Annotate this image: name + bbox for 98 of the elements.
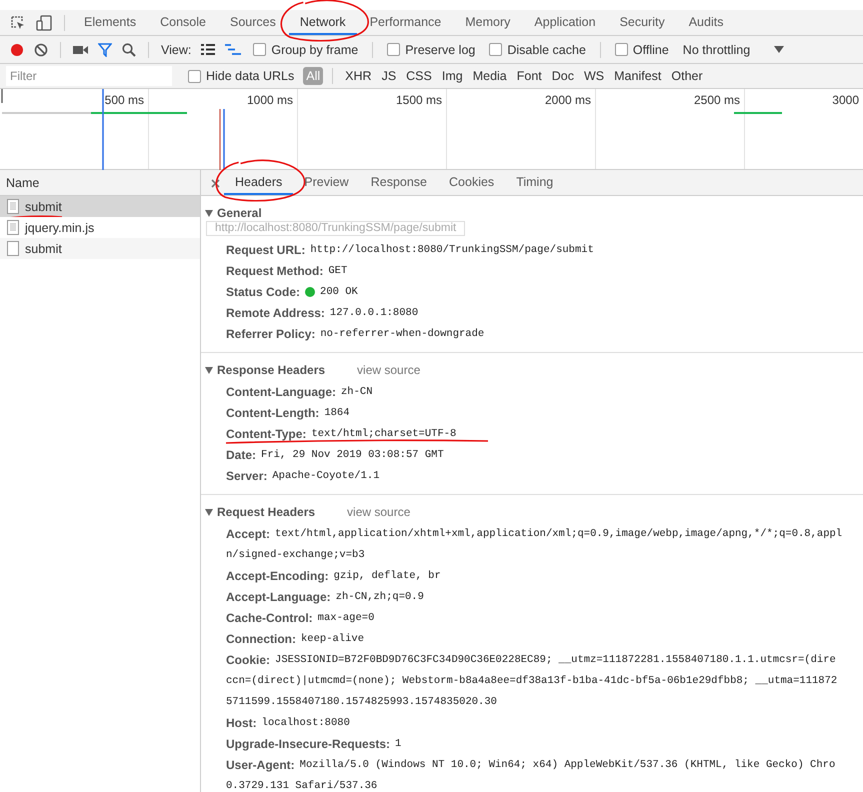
- time-tick: 3000: [832, 93, 859, 107]
- header-name: Accept-Language:: [226, 590, 331, 604]
- header-name: Accept-Encoding:: [226, 568, 329, 582]
- request-name: submit: [25, 242, 62, 256]
- type-filter[interactable]: Other: [668, 67, 706, 85]
- caret-icon: [774, 46, 784, 53]
- header-name: Connection:: [226, 632, 296, 646]
- view-source-link[interactable]: view source: [347, 505, 410, 519]
- hide-data-urls-checkbox[interactable]: Hide data URLs: [182, 69, 300, 83]
- filter-field[interactable]: Filter: [6, 66, 172, 86]
- url-tooltip: http://localhost:8080/TrunkingSSM/page/submit: [206, 221, 466, 236]
- type-filter[interactable]: Doc: [548, 67, 577, 85]
- request-name: submit: [25, 200, 62, 214]
- section-title: General: [217, 206, 262, 220]
- header-name: Request URL:: [226, 242, 306, 256]
- document-icon: [7, 241, 19, 256]
- panel-tab[interactable]: Audits: [678, 10, 734, 35]
- type-filter[interactable]: Manifest: [611, 67, 664, 85]
- type-filter[interactable]: JS: [378, 67, 400, 85]
- expanded-triangle-icon[interactable]: [205, 508, 213, 516]
- request-name: jquery.min.js: [25, 220, 94, 234]
- toolbar-checkbox[interactable]: Preserve log: [381, 42, 482, 56]
- header-name: Date:: [226, 448, 256, 462]
- document-icon: [7, 220, 19, 235]
- expanded-triangle-icon[interactable]: [205, 366, 213, 374]
- header-value: Apache-Coyote/1.1: [272, 470, 380, 482]
- header-value: zh-CN,zh;q=0.9: [336, 590, 424, 602]
- header-value: GET: [328, 264, 348, 276]
- header-name: Cookie:: [226, 652, 270, 666]
- view-source-link[interactable]: view source: [357, 363, 420, 377]
- header-name: Request Method:: [226, 264, 324, 278]
- panel-tab[interactable]: Sources: [218, 10, 287, 35]
- request-row[interactable]: submit: [0, 238, 200, 259]
- header-value: 1864: [324, 406, 350, 418]
- header-name: Host:: [226, 716, 257, 730]
- time-tick: 1000 ms: [246, 93, 293, 107]
- panel-tab[interactable]: Application: [523, 10, 607, 35]
- time-tick: 2000 ms: [544, 93, 591, 107]
- header-name: Remote Address:: [226, 306, 325, 320]
- toolbar-checkbox[interactable]: Group by frame: [247, 42, 364, 56]
- header-value: JSESSIONID=B72F0BD9D76C3FC34D90C36E0228EC89; __utmz=111872281.1558407180.1.1.utmcsr=(dire: [275, 654, 836, 666]
- header-value-continuation: ccn=(direct)|utmcmd=(none); Webstorm-b8a4a8ee=df38a13f-b1ba-41dc-bf5a-06b1e29dfbb8; __utma=111872: [226, 674, 838, 686]
- time-tick: 1500 ms: [396, 93, 442, 107]
- request-row[interactable]: submit: [0, 196, 200, 217]
- header-value: 1: [395, 738, 402, 750]
- time-tick: 2500 ms: [694, 93, 740, 107]
- header-value: zh-CN: [341, 386, 373, 398]
- panel-tab[interactable]: Console: [149, 10, 217, 35]
- header-value: localhost:8080: [262, 716, 350, 728]
- header-value: Mozilla/5.0 (Windows NT 10.0; Win64; x64) AppleWebKit/537.36 (KHTML, like Gecko) Chro: [300, 758, 836, 770]
- header-name: Content-Length:: [226, 406, 320, 420]
- header-value: max-age=0: [318, 612, 374, 624]
- panel-tab[interactable]: Performance: [358, 10, 452, 35]
- header-value: text/html,application/xhtml+xml,application/xml;q=0.9,image/webp,image/apng,*/*;q=0.8,appl: [275, 528, 842, 540]
- toolbar-checkbox[interactable]: Offline: [608, 42, 675, 56]
- header-value: keep-alive: [301, 632, 364, 644]
- header-name: Server:: [226, 468, 268, 482]
- panel-tab[interactable]: Elements: [73, 10, 148, 35]
- panel-tab[interactable]: Memory: [454, 10, 522, 35]
- header-name: Upgrade-Insecure-Requests:: [226, 736, 390, 750]
- header-name: Content-Language:: [226, 384, 336, 398]
- section-title: Request Headers: [217, 505, 316, 519]
- header-value-continuation: 0.3729.131 Safari/537.36: [226, 780, 378, 792]
- view-label: View:: [160, 42, 192, 56]
- header-name: User-Agent:: [226, 758, 295, 772]
- section-title: Response Headers: [217, 363, 326, 377]
- header-value: gzip, deflate, br: [334, 570, 441, 582]
- type-filter[interactable]: WS: [581, 67, 608, 85]
- detail-tab[interactable]: Cookies: [438, 170, 506, 195]
- header-name: Content-Type:: [226, 426, 306, 440]
- header-value-continuation: 5711599.1558407180.1574825993.1574835020.30: [226, 696, 497, 708]
- header-name: Status Code:: [226, 284, 300, 298]
- header-value-continuation: n/signed-exchange;v=b3: [226, 548, 365, 560]
- expanded-triangle-icon[interactable]: [205, 210, 213, 216]
- header-name: Referrer Policy:: [226, 326, 316, 340]
- header-value: 200 OK: [320, 286, 358, 298]
- type-filter[interactable]: Img: [438, 67, 466, 85]
- header-value: http://localhost:8080/TrunkingSSM/page/submit: [310, 244, 594, 256]
- detail-tab[interactable]: Preview: [293, 170, 360, 195]
- type-filter[interactable]: Media: [470, 67, 510, 85]
- header-value: 127.0.0.1:8080: [330, 306, 418, 318]
- panel-tab[interactable]: Security: [608, 10, 676, 35]
- header-value: no-referrer-when-downgrade: [320, 328, 484, 340]
- type-filter[interactable]: XHR: [342, 67, 375, 85]
- detail-tab[interactable]: Timing: [505, 170, 564, 195]
- name-column-header: Name: [0, 170, 200, 196]
- header-name: Accept:: [226, 526, 270, 540]
- detail-tab[interactable]: Response: [360, 170, 438, 195]
- throttling-dropdown[interactable]: No throttling: [676, 42, 790, 56]
- header-name: Cache-Control:: [226, 610, 313, 624]
- type-filter[interactable]: CSS: [403, 67, 435, 85]
- header-value: Fri, 29 Nov 2019 03:08:57 GMT: [261, 448, 444, 460]
- time-tick: 500 ms: [104, 93, 144, 107]
- header-value: text/html;charset=UTF-8: [311, 428, 456, 440]
- type-filter[interactable]: Font: [514, 67, 545, 85]
- document-icon: [7, 199, 19, 214]
- toolbar-checkbox[interactable]: Disable cache: [483, 42, 592, 56]
- detail-tab[interactable]: Headers: [224, 170, 294, 195]
